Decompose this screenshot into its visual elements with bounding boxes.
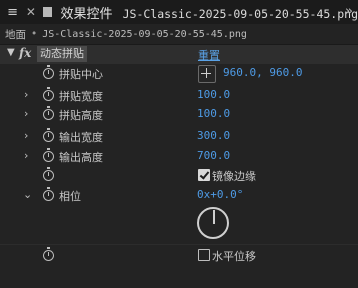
- property-row-tile-center: 拼贴中心 960.0, 960.0: [0, 64, 358, 83]
- property-row-tile-width: › 拼贴宽度 100.0: [0, 86, 358, 105]
- chevron-right-icon[interactable]: ›: [24, 149, 28, 162]
- stopwatch-icon[interactable]: [43, 87, 54, 101]
- property-value[interactable]: 100.0: [197, 88, 230, 101]
- property-label: 拼贴中心: [59, 68, 103, 81]
- stopwatch-icon[interactable]: [43, 128, 54, 142]
- divider: [0, 244, 358, 245]
- mirror-edges-checkbox[interactable]: [198, 169, 210, 181]
- property-value[interactable]: 0x+0.0°: [197, 188, 243, 201]
- breadcrumb: 地面 • JS-Classic-2025-09-05-20-55-45.png: [0, 24, 358, 45]
- chevron-right-icon[interactable]: ›: [24, 129, 28, 142]
- property-row-phase: ⌄ 相位 0x+0.0°: [0, 186, 358, 205]
- fx-toggle-icon[interactable]: fx: [19, 46, 31, 60]
- panel-titlebar: ≡ ✕ 效果控件 JS-Classic-2025-09-05-20-55-45.…: [0, 0, 358, 24]
- property-value[interactable]: 960.0, 960.0: [223, 66, 302, 79]
- property-value[interactable]: 700.0: [197, 149, 230, 162]
- close-icon[interactable]: ✕: [25, 5, 37, 19]
- property-label: 拼贴宽度: [59, 90, 103, 103]
- panel-title[interactable]: 效果控件 JS-Classic-2025-09-05-20-55-45.png: [60, 3, 358, 22]
- property-label: 相位: [59, 190, 81, 203]
- stopwatch-icon[interactable]: [43, 187, 54, 201]
- reset-link[interactable]: 重置: [198, 47, 220, 63]
- checkbox-label: 镜像边缘: [212, 170, 256, 183]
- checkbox-label: 水平位移: [212, 250, 256, 263]
- point-target-icon[interactable]: [198, 65, 216, 83]
- dial-needle: [213, 210, 215, 224]
- chevron-down-icon[interactable]: ⌄: [23, 188, 32, 201]
- property-row-horizontal-phase-shift: 水平位移: [0, 246, 358, 265]
- property-label: 输出宽度: [59, 131, 103, 144]
- panel-file-name: JS-Classic-2025-09-05-20-55-45.png: [122, 6, 358, 21]
- stopwatch-icon[interactable]: [43, 167, 54, 181]
- effect-header-row[interactable]: ▼ fx 动态拼贴 重置: [0, 45, 358, 64]
- property-row-output-width: › 输出宽度 300.0: [0, 127, 358, 146]
- stopwatch-icon[interactable]: [43, 65, 54, 79]
- property-row-tile-height: › 拼贴高度 100.0: [0, 105, 358, 124]
- breadcrumb-layer: JS-Classic-2025-09-05-20-55-45.png: [42, 28, 247, 40]
- breadcrumb-separator: •: [31, 28, 38, 40]
- property-value[interactable]: 100.0: [197, 107, 230, 120]
- property-row-mirror-edges: 镜像边缘: [0, 166, 358, 185]
- stopwatch-icon[interactable]: [43, 106, 54, 120]
- chevron-right-icon[interactable]: ›: [24, 88, 28, 101]
- property-label: 输出高度: [59, 151, 103, 164]
- chevron-right-icon[interactable]: ›: [24, 107, 28, 120]
- property-label: 拼贴高度: [59, 109, 103, 122]
- effect-name[interactable]: 动态拼贴: [37, 46, 87, 62]
- stopwatch-icon[interactable]: [43, 148, 54, 162]
- stopwatch-icon[interactable]: [43, 247, 54, 261]
- collapse-arrow-icon[interactable]: ▼: [7, 47, 15, 58]
- breadcrumb-comp: 地面: [5, 28, 26, 41]
- property-value[interactable]: 300.0: [197, 129, 230, 142]
- more-options-icon[interactable]: »: [345, 4, 353, 19]
- property-row-output-height: › 输出高度 700.0: [0, 147, 358, 166]
- hamburger-menu-icon[interactable]: ≡: [0, 5, 25, 20]
- phase-dial[interactable]: [197, 207, 229, 239]
- lock-swatch-icon[interactable]: [42, 7, 53, 17]
- horizontal-shift-checkbox[interactable]: [198, 249, 210, 261]
- panel-tab-label: 效果控件: [60, 6, 113, 22]
